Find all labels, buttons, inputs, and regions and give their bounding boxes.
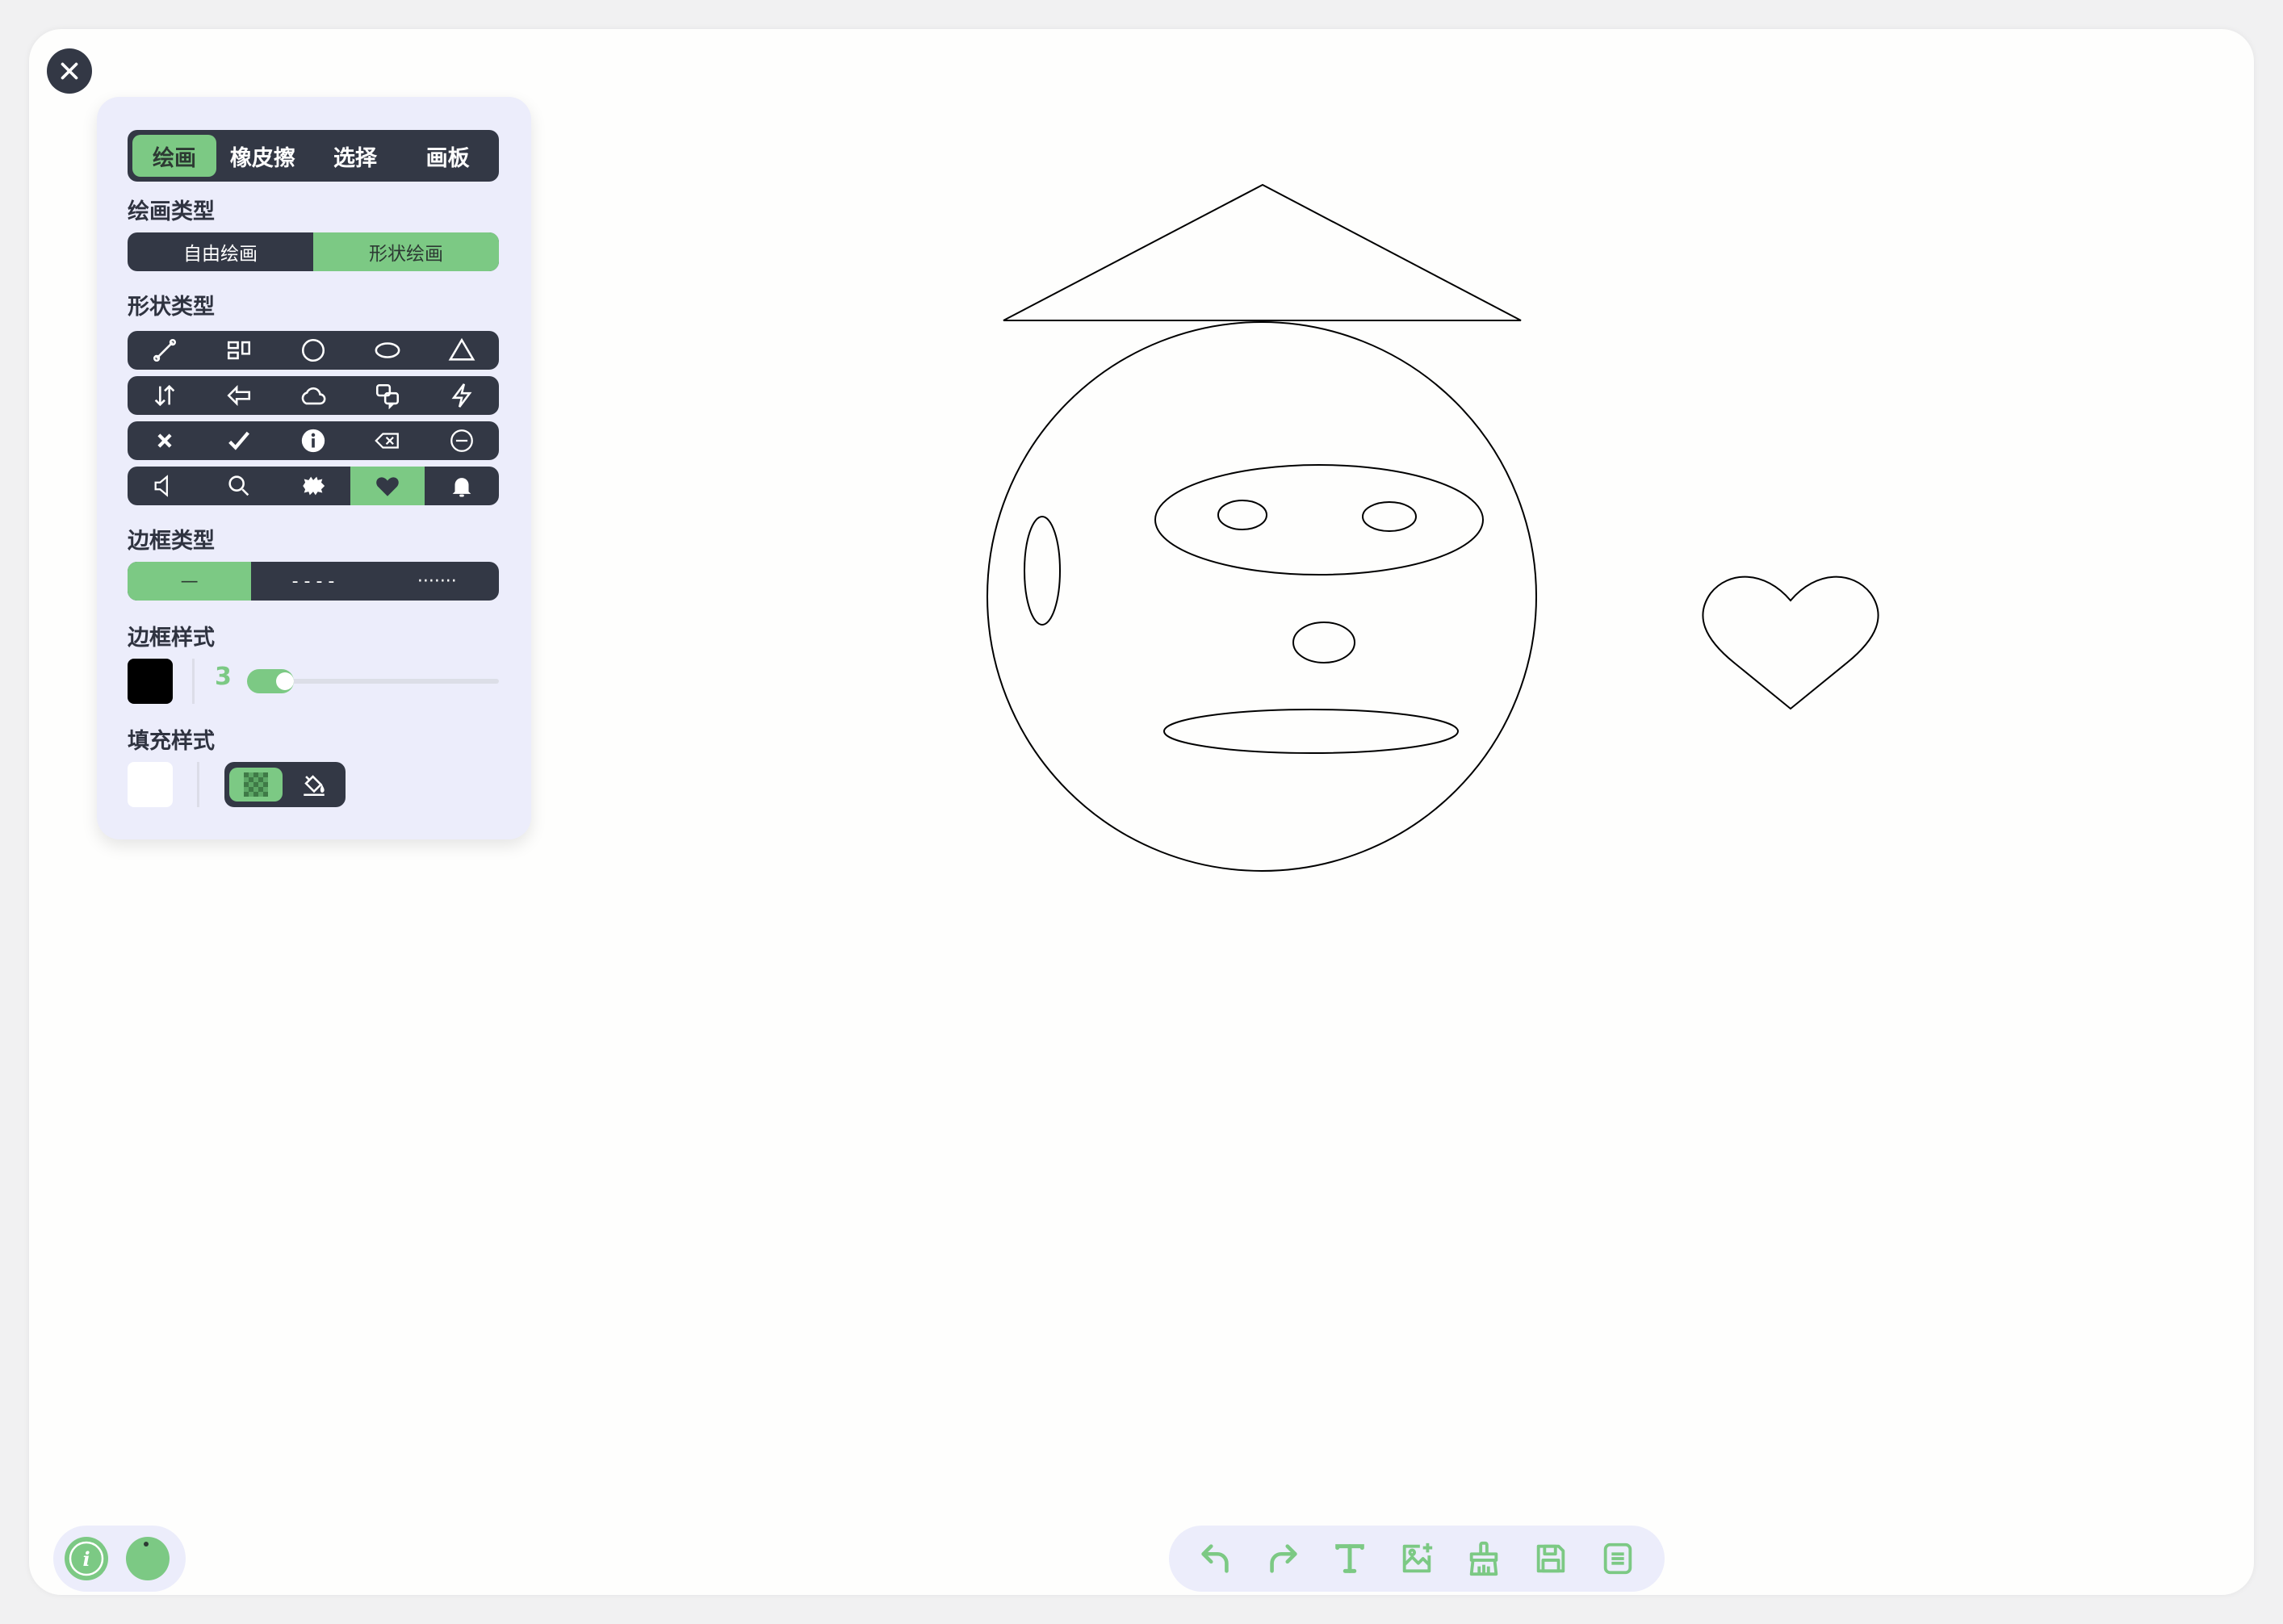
cloud-icon[interactable]	[276, 376, 350, 415]
clear-icon[interactable]	[1460, 1535, 1507, 1582]
whiteboard-app: 绘画 橡皮擦 选择 画板 绘画类型 自由绘画 形状绘画 形状类型 边框类型 — …	[29, 29, 2254, 1595]
border-type-label: 边框类型	[128, 529, 215, 554]
draw-type-toggle: 自由绘画 形状绘画	[128, 232, 499, 271]
tab-select[interactable]: 选择	[309, 135, 402, 177]
triangle-shape[interactable]	[1003, 183, 1522, 321]
free-draw-button[interactable]: 自由绘画	[128, 232, 313, 271]
right-eye-shape[interactable]	[1362, 501, 1417, 532]
mouth-shape[interactable]	[1163, 709, 1459, 754]
undo-icon[interactable]	[1192, 1535, 1239, 1582]
shape-row-1	[128, 331, 499, 370]
transparent-fill-icon[interactable]	[229, 768, 283, 802]
divider	[192, 659, 195, 704]
bell-icon[interactable]	[425, 467, 499, 505]
ellipse-icon[interactable]	[350, 331, 425, 370]
check-icon[interactable]	[202, 421, 276, 460]
lightning-icon[interactable]	[425, 376, 499, 415]
image-add-icon[interactable]	[1393, 1535, 1440, 1582]
arrows-icon[interactable]	[128, 376, 202, 415]
shape-draw-button[interactable]: 形状绘画	[313, 232, 499, 271]
heart-icon[interactable]	[350, 467, 425, 505]
dashed-border-button[interactable]: - - - -	[251, 562, 375, 601]
close-panel-button[interactable]	[47, 48, 92, 94]
border-width-value: 3	[215, 663, 232, 691]
dotted-border-button[interactable]: ·······	[375, 562, 499, 601]
ear-shape[interactable]	[1024, 516, 1061, 626]
draw-type-label: 绘画类型	[128, 199, 215, 224]
border-color-swatch[interactable]	[128, 659, 173, 704]
shape-row-2	[128, 376, 499, 415]
menu-icon[interactable]	[1594, 1535, 1641, 1582]
arrow-left-icon[interactable]	[202, 376, 276, 415]
info-icon[interactable]: i	[65, 1537, 108, 1580]
tool-panel: 绘画 橡皮擦 选择 画板 绘画类型 自由绘画 形状绘画 形状类型 边框类型 — …	[97, 97, 531, 839]
close-icon	[61, 62, 78, 80]
backspace-icon[interactable]	[350, 421, 425, 460]
solid-border-button[interactable]: —	[128, 562, 252, 601]
left-eye-shape[interactable]	[1217, 500, 1267, 530]
border-style-label: 边框样式	[128, 626, 215, 651]
fill-color-swatch[interactable]	[128, 762, 173, 807]
divider	[197, 762, 199, 807]
mode-tabs: 绘画 橡皮擦 选择 画板	[128, 130, 499, 182]
tab-draw[interactable]: 绘画	[132, 135, 216, 177]
paint-bucket-icon[interactable]	[287, 768, 341, 802]
face-circle-shape[interactable]	[987, 321, 1537, 872]
fill-style-label: 填充样式	[128, 729, 215, 754]
line-icon[interactable]	[128, 331, 202, 370]
search-icon[interactable]	[202, 467, 276, 505]
svg-text:i: i	[82, 1547, 90, 1571]
minus-circle-icon[interactable]	[425, 421, 499, 460]
ball-icon[interactable]	[126, 1537, 170, 1580]
text-icon[interactable]	[1326, 1535, 1373, 1582]
border-width-slider-knob[interactable]	[276, 672, 294, 690]
triangle-icon[interactable]	[425, 331, 499, 370]
speaker-icon[interactable]	[128, 467, 202, 505]
circle-icon[interactable]	[276, 331, 350, 370]
shape-row-4	[128, 467, 499, 505]
callout-icon[interactable]	[350, 376, 425, 415]
heart-shape[interactable]	[1702, 576, 1879, 710]
redo-icon[interactable]	[1259, 1535, 1306, 1582]
tab-board[interactable]: 画板	[401, 135, 494, 177]
bottom-left-controls: i	[53, 1526, 186, 1592]
nose-shape[interactable]	[1292, 622, 1355, 663]
border-type-toggle: — - - - - ·······	[128, 562, 499, 601]
eyes-ellipse-shape[interactable]	[1154, 464, 1484, 576]
shape-type-label: 形状类型	[128, 295, 215, 320]
info-icon[interactable]	[276, 421, 350, 460]
rect-icon[interactable]	[202, 331, 276, 370]
shape-row-3	[128, 421, 499, 460]
fill-mode-toggle	[224, 762, 346, 807]
tab-eraser[interactable]: 橡皮擦	[216, 135, 309, 177]
cross-icon[interactable]	[128, 421, 202, 460]
bottom-toolbar	[1169, 1526, 1665, 1592]
save-icon[interactable]	[1527, 1535, 1574, 1582]
cloud-badge-icon[interactable]	[276, 467, 350, 505]
